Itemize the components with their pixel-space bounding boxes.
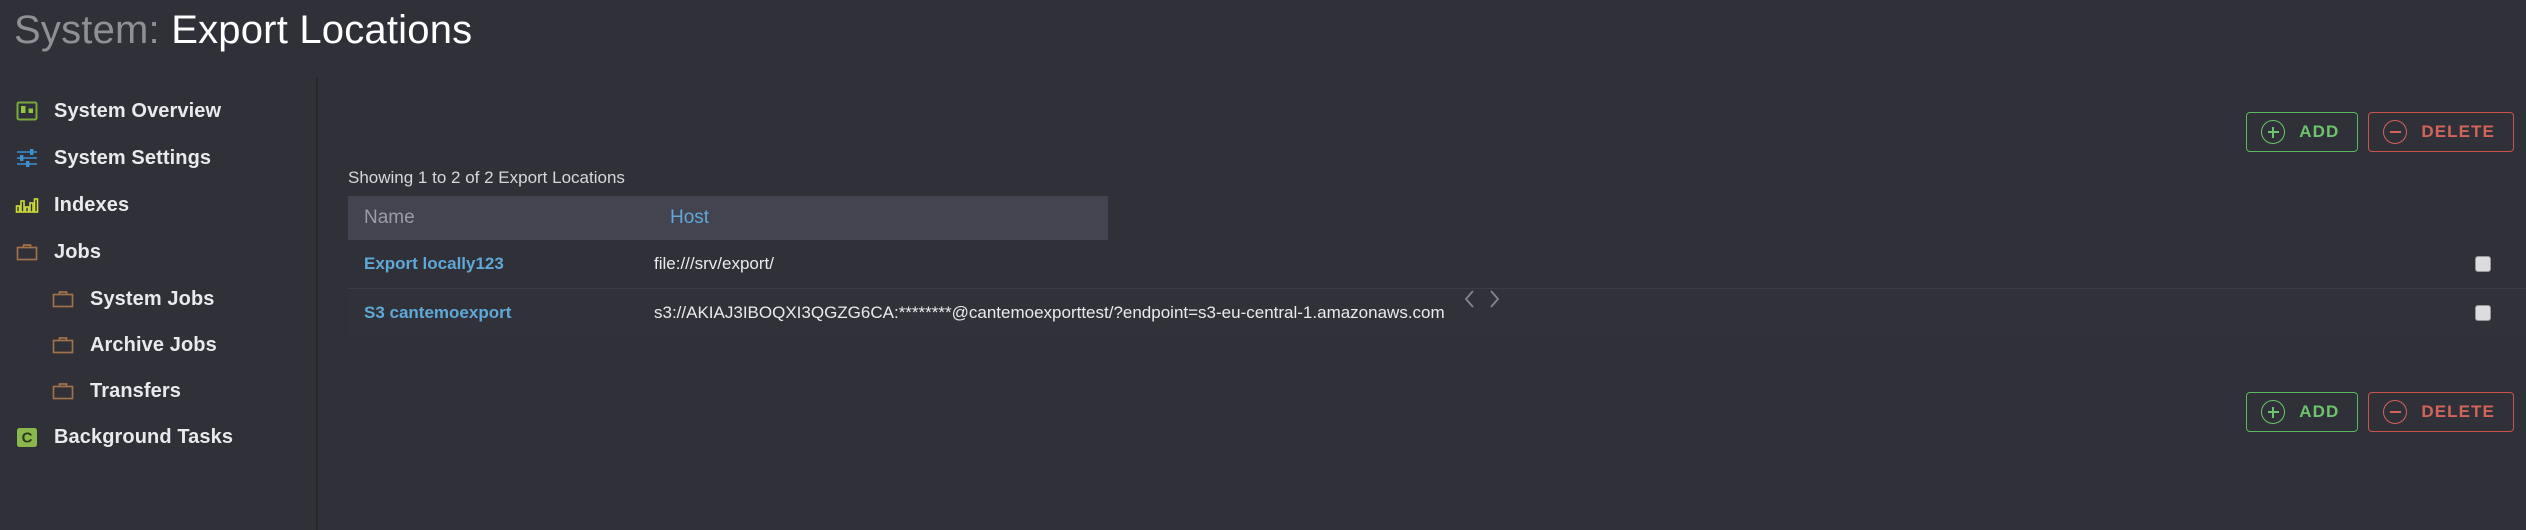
- export-location-host: file:///srv/export/: [654, 254, 774, 273]
- sidebar-item-system-overview[interactable]: System Overview: [0, 96, 316, 126]
- column-header-host[interactable]: Host: [654, 207, 709, 229]
- sidebar-item-background-tasks[interactable]: C Background Tasks: [0, 422, 316, 452]
- jobs-briefcase-icon: [50, 378, 76, 404]
- delete-button-label: DELETE: [2421, 122, 2495, 141]
- system-settings-icon: [14, 145, 40, 171]
- sidebar-item-label: Background Tasks: [54, 425, 234, 448]
- result-count-text: Showing 1 to 2 of 2 Export Locations: [348, 168, 625, 187]
- sidebar: System Overview System Settings Indexes …: [0, 96, 316, 530]
- add-button-top[interactable]: ADD: [2246, 112, 2359, 152]
- delete-button-label: DELETE: [2421, 402, 2495, 421]
- sidebar-item-label: System Settings: [54, 146, 212, 169]
- system-overview-icon: [14, 98, 40, 124]
- sidebar-item-label: System Overview: [54, 99, 222, 122]
- sidebar-item-label: System Jobs: [90, 287, 215, 310]
- background-tasks-icon: C: [14, 424, 40, 450]
- add-button-label: ADD: [2299, 402, 2340, 421]
- sidebar-item-system-jobs[interactable]: System Jobs: [0, 284, 316, 314]
- chevron-right-icon[interactable]: [1487, 288, 1501, 310]
- table-row[interactable]: Export locally123 file:///srv/export/: [348, 240, 2526, 288]
- plus-circle-icon: [2261, 400, 2286, 424]
- main-content: ADD DELETE Showing 1 to 2 of 2 Export Lo…: [318, 0, 2526, 530]
- export-location-name-link[interactable]: Export locally123: [348, 254, 638, 274]
- sidebar-item-label: Indexes: [54, 193, 130, 216]
- table-row[interactable]: S3 cantemoexport s3://AKIAJ3IBOQXI3QGZG6…: [348, 288, 2526, 336]
- jobs-briefcase-icon: [50, 332, 76, 358]
- chevron-left-icon[interactable]: [1463, 288, 1477, 310]
- sidebar-item-archive-jobs[interactable]: Archive Jobs: [0, 330, 316, 360]
- toolbar-bottom: ADD DELETE: [2224, 392, 2514, 432]
- sidebar-item-label: Archive Jobs: [90, 333, 217, 356]
- export-location-host: s3://AKIAJ3IBOQXI3QGZG6CA:********@cante…: [654, 302, 1445, 322]
- sidebar-item-label: Jobs: [54, 240, 102, 263]
- jobs-briefcase-icon: [50, 286, 76, 312]
- toolbar-top: ADD DELETE: [2224, 112, 2514, 152]
- page-title-scope: System:: [14, 8, 160, 52]
- add-button-label: ADD: [2299, 122, 2340, 141]
- column-header-name[interactable]: Name: [348, 207, 654, 229]
- row-select-checkbox[interactable]: [2475, 304, 2491, 321]
- jobs-briefcase-icon: [14, 239, 40, 265]
- sidebar-item-indexes[interactable]: Indexes: [0, 190, 316, 220]
- pagination: [1463, 288, 1501, 310]
- sidebar-item-transfers[interactable]: Transfers: [0, 376, 316, 406]
- minus-circle-icon: [2383, 400, 2408, 424]
- sidebar-item-jobs[interactable]: Jobs: [0, 237, 316, 267]
- export-locations-table: Name Host Export locally123 file:///srv/…: [348, 196, 2526, 336]
- delete-button-top[interactable]: DELETE: [2368, 112, 2514, 152]
- table-header-row: Name Host: [348, 196, 1108, 240]
- sidebar-item-label: Transfers: [90, 379, 181, 402]
- minus-circle-icon: [2383, 120, 2408, 144]
- svg-text:C: C: [22, 430, 33, 447]
- indexes-icon: [14, 192, 40, 218]
- export-location-name-link[interactable]: S3 cantemoexport: [348, 303, 638, 323]
- add-button-bottom[interactable]: ADD: [2246, 392, 2359, 432]
- row-select-checkbox[interactable]: [2475, 256, 2491, 272]
- delete-button-bottom[interactable]: DELETE: [2368, 392, 2514, 432]
- plus-circle-icon: [2261, 120, 2286, 144]
- sidebar-item-system-settings[interactable]: System Settings: [0, 143, 316, 173]
